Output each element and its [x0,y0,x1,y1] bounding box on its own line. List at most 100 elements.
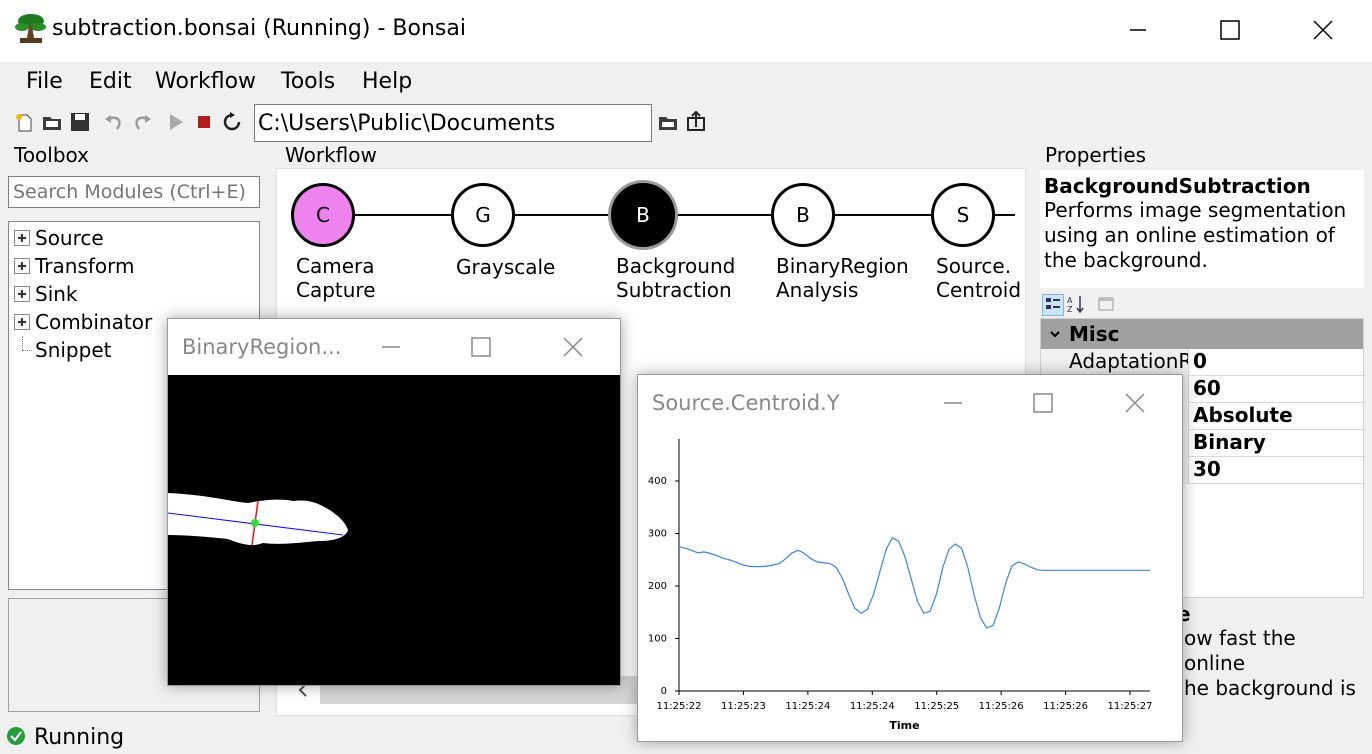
tree-item-combinator[interactable]: Combinator [9,308,152,336]
svg-text:Z: Z [1067,305,1073,314]
x-tick-label: 11:25:26 [1043,701,1088,712]
visualizer-title: BinaryRegion... [182,335,342,359]
maximize-button[interactable] [1200,10,1260,50]
property-value[interactable]: Binary [1191,430,1266,454]
minimize-icon [944,402,962,404]
new-file-button[interactable] [12,110,36,134]
y-tick-label: 300 [648,529,667,540]
maximize-icon [1220,20,1240,40]
y-tick-label: 0 [661,686,667,697]
search-modules-input[interactable] [8,176,260,208]
minimize-icon [382,346,400,348]
menu-workflow[interactable]: Workflow [155,69,256,94]
expand-icon[interactable] [14,258,30,274]
visualizer-title: Source.Centroid.Y [652,391,840,415]
minimize-button[interactable] [366,327,416,367]
selected-node-info: BackgroundSubtraction Performs image seg… [1040,170,1364,288]
tree-item-label: Snippet [35,338,112,362]
undo-icon [105,115,121,130]
expand-icon[interactable] [14,286,30,302]
redo-button[interactable] [130,110,154,134]
minimize-button[interactable] [928,383,978,423]
workflow-edge [675,214,771,216]
sort-alphabetical-icon: AZ [1067,296,1084,314]
workflow-edge [515,214,611,216]
gallery-button[interactable] [684,110,708,134]
maximize-icon [471,337,491,357]
menu-tools[interactable]: Tools [281,69,335,94]
tree-item-sink[interactable]: Sink [9,280,78,308]
property-value[interactable]: 0 [1191,349,1207,373]
property-name: AdaptationR [1041,349,1189,376]
categorized-icon [1046,298,1060,309]
x-tick-label: 11:25:22 [657,701,702,712]
x-tick-label: 11:25:24 [850,701,895,712]
tree-item-label: Sink [35,282,78,306]
alphabetical-button[interactable]: AZ [1066,294,1088,316]
minimize-button[interactable] [1108,10,1168,50]
property-row[interactable]: AdaptationR 0 [1041,349,1363,376]
workflow-edge [355,214,451,216]
x-tick-label: 11:25:24 [785,701,830,712]
undo-button[interactable] [102,110,126,134]
tree-item-label: Transform [35,254,135,278]
expand-icon[interactable] [14,314,30,330]
package-manager-icon [687,111,705,131]
open-folder-icon [43,117,61,130]
x-tick-label: 11:25:25 [914,701,959,712]
property-value[interactable]: 60 [1191,376,1221,400]
selected-node-name: BackgroundSubtraction [1044,174,1311,198]
y-tick-label: 100 [648,634,667,645]
working-directory-input[interactable] [254,104,652,142]
node-binary-region-analysis[interactable]: B [771,183,835,247]
property-category[interactable]: Misc [1041,319,1363,349]
node-camera-capture[interactable]: C [291,183,355,247]
node-label: Grayscale [456,255,556,279]
maximize-button[interactable] [1018,383,1068,423]
property-pages-button[interactable] [1096,294,1118,316]
tree-item-label: Combinator [35,310,153,334]
save-button[interactable] [68,110,92,134]
close-icon [563,337,583,357]
close-button[interactable] [1293,10,1353,50]
expand-icon[interactable] [14,230,30,246]
categorized-button[interactable] [1042,294,1064,316]
workflow-label: Workflow [285,143,377,167]
save-icon [71,113,89,131]
close-icon [1313,20,1333,40]
stop-button[interactable] [192,110,216,134]
menu-edit[interactable]: Edit [89,69,132,94]
x-axis-label: Time [889,719,919,732]
node-source-centroid[interactable]: S [931,183,995,247]
binary-region-visualizer-window[interactable]: BinaryRegion... [167,318,621,686]
close-button[interactable] [1110,383,1160,423]
chevron-down-icon[interactable] [1045,324,1065,344]
tree-item-transform[interactable]: Transform [9,252,134,280]
category-label: Misc [1069,322,1120,346]
property-value[interactable]: 30 [1191,457,1221,481]
maximize-button[interactable] [456,327,506,367]
open-file-button[interactable] [40,110,64,134]
restart-button[interactable] [220,110,244,134]
node-background-subtraction[interactable]: B [611,183,675,247]
tree-item-snippet[interactable]: Snippet [9,336,111,364]
tree-item-label: Source [35,226,104,250]
node-letter: G [475,203,491,227]
bonsai-tree-icon [15,14,46,43]
property-value[interactable]: Absolute [1191,403,1293,427]
browse-directory-button[interactable] [656,110,680,134]
node-letter: S [956,203,970,227]
node-label: Source. Centroid [936,254,1022,302]
close-icon [1125,393,1145,413]
start-button[interactable] [164,110,188,134]
menu-file[interactable]: File [26,69,63,94]
y-tick-label: 400 [648,476,667,487]
tree-item-source[interactable]: Source [9,224,104,252]
x-tick-label: 11:25:23 [721,701,766,712]
centroid-plot-window[interactable]: Source.Centroid.Y 0 100 200 300 400 11:25:22 1… [637,374,1183,742]
play-icon [170,114,183,130]
close-button[interactable] [548,327,598,367]
node-letter: C [316,203,330,227]
menu-help[interactable]: Help [362,69,412,94]
node-grayscale[interactable]: G [451,183,515,247]
